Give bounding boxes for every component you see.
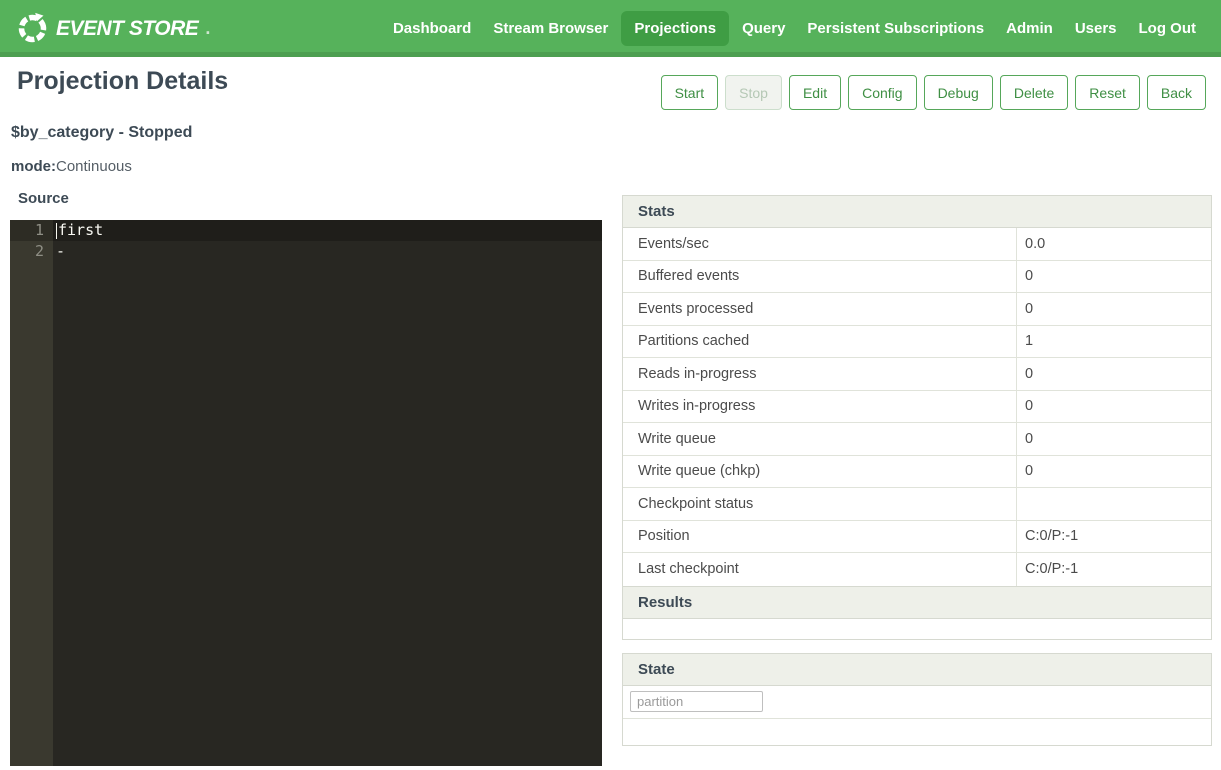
back-button[interactable]: Back bbox=[1147, 75, 1206, 110]
config-button[interactable]: Config bbox=[848, 75, 916, 110]
top-navbar: EVENT STORE . Dashboard Stream Browser P… bbox=[0, 0, 1221, 57]
source-code-editor[interactable]: 1 first 2 - bbox=[10, 220, 602, 766]
delete-button[interactable]: Delete bbox=[1000, 75, 1068, 110]
nav-item-users[interactable]: Users bbox=[1066, 11, 1126, 46]
eventstore-logo-icon bbox=[16, 12, 49, 45]
table-row: Writes in-progress 0 bbox=[623, 391, 1211, 424]
state-header: State bbox=[623, 654, 1211, 686]
start-button[interactable]: Start bbox=[661, 75, 719, 110]
nav-item-persistent-subscriptions[interactable]: Persistent Subscriptions bbox=[798, 11, 993, 46]
nav-item-dashboard[interactable]: Dashboard bbox=[384, 11, 480, 46]
editor-gutter bbox=[10, 220, 53, 766]
results-empty-row bbox=[623, 619, 1211, 639]
table-row: Write queue (chkp) 0 bbox=[623, 456, 1211, 489]
table-row: Buffered events 0 bbox=[623, 261, 1211, 294]
code-line[interactable]: 2 - bbox=[10, 241, 602, 262]
edit-button[interactable]: Edit bbox=[789, 75, 841, 110]
projection-name-status: $by_category - Stopped bbox=[11, 124, 192, 142]
code-text: first bbox=[53, 220, 103, 241]
results-panel: Results bbox=[622, 586, 1212, 640]
mode-value: Continuous bbox=[56, 158, 132, 175]
code-text: - bbox=[53, 241, 65, 262]
nav-item-projections[interactable]: Projections bbox=[621, 11, 729, 46]
table-row: Events processed 0 bbox=[623, 293, 1211, 326]
nav-item-log-out[interactable]: Log Out bbox=[1130, 11, 1205, 46]
brand[interactable]: EVENT STORE . bbox=[16, 12, 210, 45]
debug-button[interactable]: Debug bbox=[924, 75, 993, 110]
table-row: Partitions cached 1 bbox=[623, 326, 1211, 359]
text-caret bbox=[56, 223, 57, 239]
table-row: Last checkpoint C:0/P:-1 bbox=[623, 553, 1211, 586]
stop-button[interactable]: Stop bbox=[725, 75, 782, 110]
state-empty-row bbox=[623, 719, 1211, 745]
state-panel: State bbox=[622, 653, 1212, 746]
source-section-label: Source bbox=[18, 190, 69, 207]
nav-menu: Dashboard Stream Browser Projections Que… bbox=[384, 11, 1205, 46]
nav-item-admin[interactable]: Admin bbox=[997, 11, 1062, 46]
table-row: Checkpoint status bbox=[623, 488, 1211, 521]
table-row: Write queue 0 bbox=[623, 423, 1211, 456]
line-number: 2 bbox=[10, 241, 53, 262]
nav-item-query[interactable]: Query bbox=[733, 11, 794, 46]
table-row: Reads in-progress 0 bbox=[623, 358, 1211, 391]
code-line[interactable]: 1 first bbox=[10, 220, 602, 241]
details-column: Stats Events/sec 0.0 Buffered events 0 E… bbox=[622, 195, 1212, 746]
stats-panel: Stats Events/sec 0.0 Buffered events 0 E… bbox=[622, 195, 1212, 587]
partition-input[interactable] bbox=[630, 691, 763, 712]
nav-item-stream-browser[interactable]: Stream Browser bbox=[484, 11, 617, 46]
table-row: Position C:0/P:-1 bbox=[623, 521, 1211, 554]
table-row: Events/sec 0.0 bbox=[623, 228, 1211, 261]
results-header: Results bbox=[623, 587, 1211, 619]
brand-dot: . bbox=[205, 18, 210, 39]
page-title: Projection Details bbox=[17, 67, 228, 96]
reset-button[interactable]: Reset bbox=[1075, 75, 1140, 110]
state-input-row bbox=[623, 686, 1211, 719]
brand-name: EVENT STORE bbox=[56, 17, 198, 41]
line-number: 1 bbox=[10, 220, 53, 241]
mode-label: mode: bbox=[11, 158, 56, 175]
action-button-row: Start Stop Edit Config Debug Delete Rese… bbox=[661, 75, 1206, 110]
projection-mode: mode:Continuous bbox=[11, 158, 132, 175]
stats-header: Stats bbox=[623, 196, 1211, 228]
